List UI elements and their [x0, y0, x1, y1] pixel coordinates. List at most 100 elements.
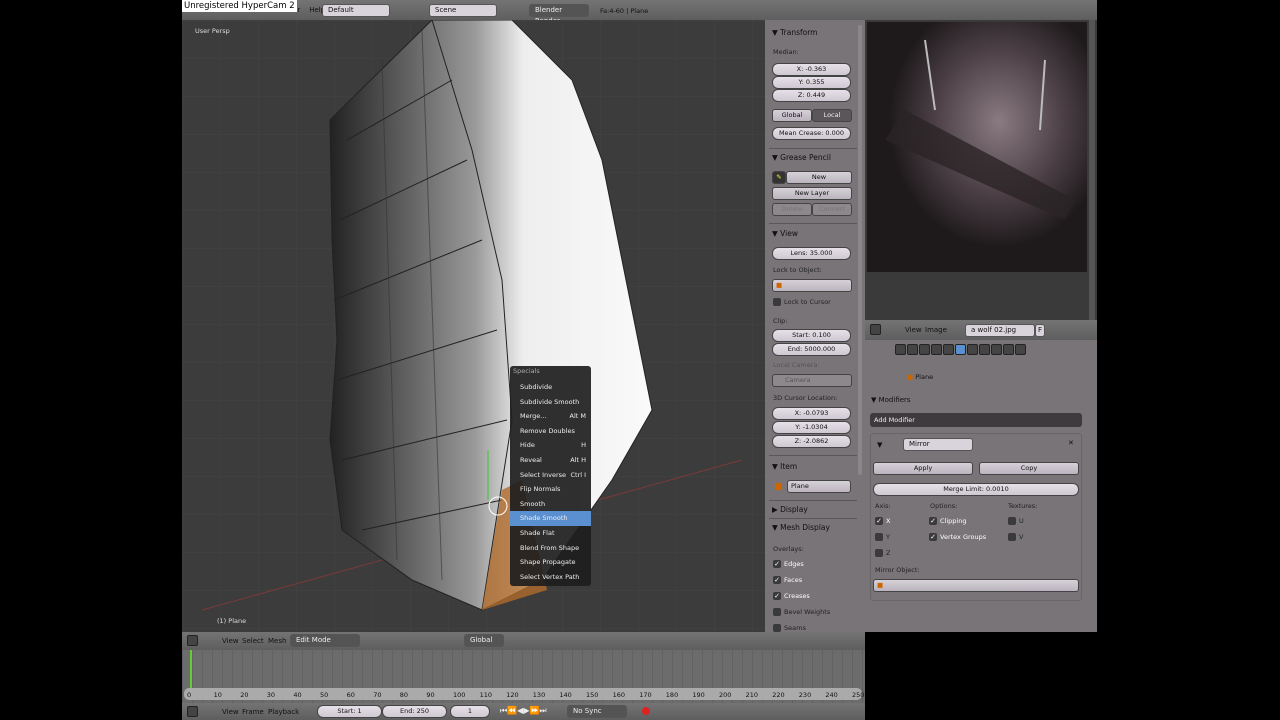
copy-button[interactable]: Copy [979, 462, 1079, 475]
add-modifier-select[interactable]: Add Modifier [870, 413, 1082, 427]
orientation-select[interactable]: Global [464, 634, 504, 647]
collapse-icon[interactable]: ▼ [877, 441, 882, 449]
specials-menu-item[interactable]: Shape Propagate [510, 555, 591, 570]
scene-tab-icon[interactable] [907, 344, 918, 355]
texture-tab-icon[interactable] [991, 344, 1002, 355]
lock-object-field[interactable]: ■ [772, 279, 852, 292]
current-frame-field[interactable]: 1 [450, 705, 490, 718]
median-x-field[interactable]: X: -0.363 [772, 63, 851, 76]
clipping-checkbox[interactable]: ✓ [929, 517, 937, 525]
specials-menu-item[interactable]: Reveal Alt H [510, 453, 591, 468]
mean-crease-field[interactable]: Mean Crease: 0.000 [772, 127, 851, 140]
image-editor[interactable] [865, 20, 1097, 320]
frame-menu[interactable]: Frame [242, 708, 264, 716]
view-panel-header[interactable]: ▼ View [772, 229, 798, 238]
creases-checkbox[interactable]: ✓ [773, 592, 781, 600]
timeline[interactable] [182, 650, 865, 703]
bevel-weights-checkbox[interactable] [773, 608, 781, 616]
timeline-view-menu[interactable]: View [222, 708, 239, 716]
shelf-scrollbar[interactable] [858, 25, 862, 475]
fake-user-button[interactable]: F [1035, 324, 1045, 337]
modifiers-tab-icon[interactable] [955, 344, 966, 355]
apply-button[interactable]: Apply [873, 462, 973, 475]
world-tab-icon[interactable] [919, 344, 930, 355]
display-panel-header[interactable]: ▶ Display [772, 505, 808, 514]
record-icon[interactable] [642, 707, 650, 715]
specials-menu-item[interactable]: Smooth [510, 497, 591, 512]
specials-menu-item[interactable]: Blend From Shape [510, 541, 591, 556]
screen-layout-select[interactable]: Default [322, 4, 390, 17]
3d-viewport[interactable]: User Persp (1) Plane [182, 20, 765, 632]
data-tab-icon[interactable] [967, 344, 978, 355]
specials-menu-item[interactable]: Select Vertex Path [510, 570, 591, 585]
axis-x-checkbox[interactable]: ✓ [875, 517, 883, 525]
global-toggle[interactable]: Global [772, 109, 812, 122]
cursor-z-field[interactable]: Z: -2.0862 [772, 435, 851, 448]
item-name-field[interactable]: Plane [787, 480, 851, 493]
cursor-x-field[interactable]: X: -0.0793 [772, 407, 851, 420]
specials-menu-item[interactable]: Remove Doubles [510, 424, 591, 439]
median-y-field[interactable]: Y: 0.355 [772, 76, 851, 89]
playback-menu[interactable]: Playback [268, 708, 299, 716]
pencil-icon[interactable]: ✎ [772, 171, 786, 184]
grease-pencil-panel-header[interactable]: ▼ Grease Pencil [772, 153, 831, 162]
local-toggle[interactable]: Local [812, 109, 852, 122]
start-frame-field[interactable]: Start: 1 [317, 705, 382, 718]
particles-tab-icon[interactable] [1003, 344, 1014, 355]
texture-v-checkbox[interactable] [1008, 533, 1016, 541]
clip-start-field[interactable]: Start: 0.100 [772, 329, 851, 342]
object-tab-icon[interactable] [931, 344, 942, 355]
new-layer-button[interactable]: New Layer [772, 187, 852, 200]
image-view-menu[interactable]: View [905, 326, 922, 334]
delete-frame-button[interactable]: Delete Frame [772, 203, 812, 224]
clip-end-field[interactable]: End: 5000.000 [772, 343, 851, 356]
specials-menu-item[interactable]: Shade Flat [510, 526, 591, 541]
view-menu[interactable]: View [222, 637, 239, 645]
axis-z-checkbox[interactable] [875, 549, 883, 557]
axis-y-checkbox[interactable] [875, 533, 883, 541]
select-menu[interactable]: Select [242, 637, 264, 645]
editor-type-icon[interactable] [187, 706, 198, 717]
mesh-display-panel-header[interactable]: ▼ Mesh Display [772, 523, 830, 532]
specials-menu-item[interactable]: Subdivide Smooth [510, 395, 591, 410]
specials-menu-item[interactable]: Subdivide [510, 380, 591, 395]
render-tab-icon[interactable] [895, 344, 906, 355]
sync-select[interactable]: No Sync [567, 705, 627, 718]
cursor-y-field[interactable]: Y: -1.0304 [772, 421, 851, 434]
editor-type-icon[interactable] [187, 635, 198, 646]
constraints-tab-icon[interactable] [943, 344, 954, 355]
transform-panel-header[interactable]: ▼ Transform [772, 28, 817, 37]
mesh-menu[interactable]: Mesh [268, 637, 286, 645]
mode-select[interactable]: Edit Mode [290, 634, 360, 647]
specials-menu-item[interactable]: Merge... Alt M [510, 409, 591, 424]
specials-menu-item[interactable]: Hide H [510, 438, 591, 453]
faces-checkbox[interactable]: ✓ [773, 576, 781, 584]
specials-menu-item[interactable]: Flip Normals [510, 482, 591, 497]
render-engine-select[interactable]: Blender Render [529, 4, 589, 25]
texture-u-checkbox[interactable] [1008, 517, 1016, 525]
specials-menu-item[interactable]: Shade Smooth [510, 511, 591, 526]
image-menu[interactable]: Image [925, 326, 947, 334]
playback-controls[interactable]: ⏮⏪◀▶⏩⏭ [500, 706, 547, 716]
lock-to-cursor-checkbox[interactable] [773, 298, 781, 306]
convert-button[interactable]: Convert [812, 203, 852, 216]
end-frame-field[interactable]: End: 250 [382, 705, 447, 718]
scene-select[interactable]: Scene [429, 4, 497, 17]
mirror-object-field[interactable]: ■ [873, 579, 1079, 592]
seams-checkbox[interactable] [773, 624, 781, 632]
grease-new-button[interactable]: New [786, 171, 852, 184]
current-frame-marker[interactable] [190, 650, 192, 690]
material-tab-icon[interactable] [979, 344, 990, 355]
specials-menu-item[interactable]: Select Inverse Ctrl I [510, 468, 591, 483]
modifier-name-field[interactable]: Mirror [903, 438, 973, 451]
modifiers-panel-header[interactable]: ▼ Modifiers [871, 396, 911, 404]
edges-checkbox[interactable]: ✓ [773, 560, 781, 568]
local-camera-field[interactable]: Camera [772, 374, 852, 387]
vertex-groups-checkbox[interactable]: ✓ [929, 533, 937, 541]
remove-modifier-icon[interactable]: ✕ [1068, 439, 1074, 447]
lens-field[interactable]: Lens: 35.000 [772, 247, 851, 260]
physics-tab-icon[interactable] [1015, 344, 1026, 355]
merge-limit-field[interactable]: Merge Limit: 0.0010 [873, 483, 1079, 496]
editor-type-icon[interactable] [870, 324, 881, 335]
median-z-field[interactable]: Z: 0.449 [772, 89, 851, 102]
